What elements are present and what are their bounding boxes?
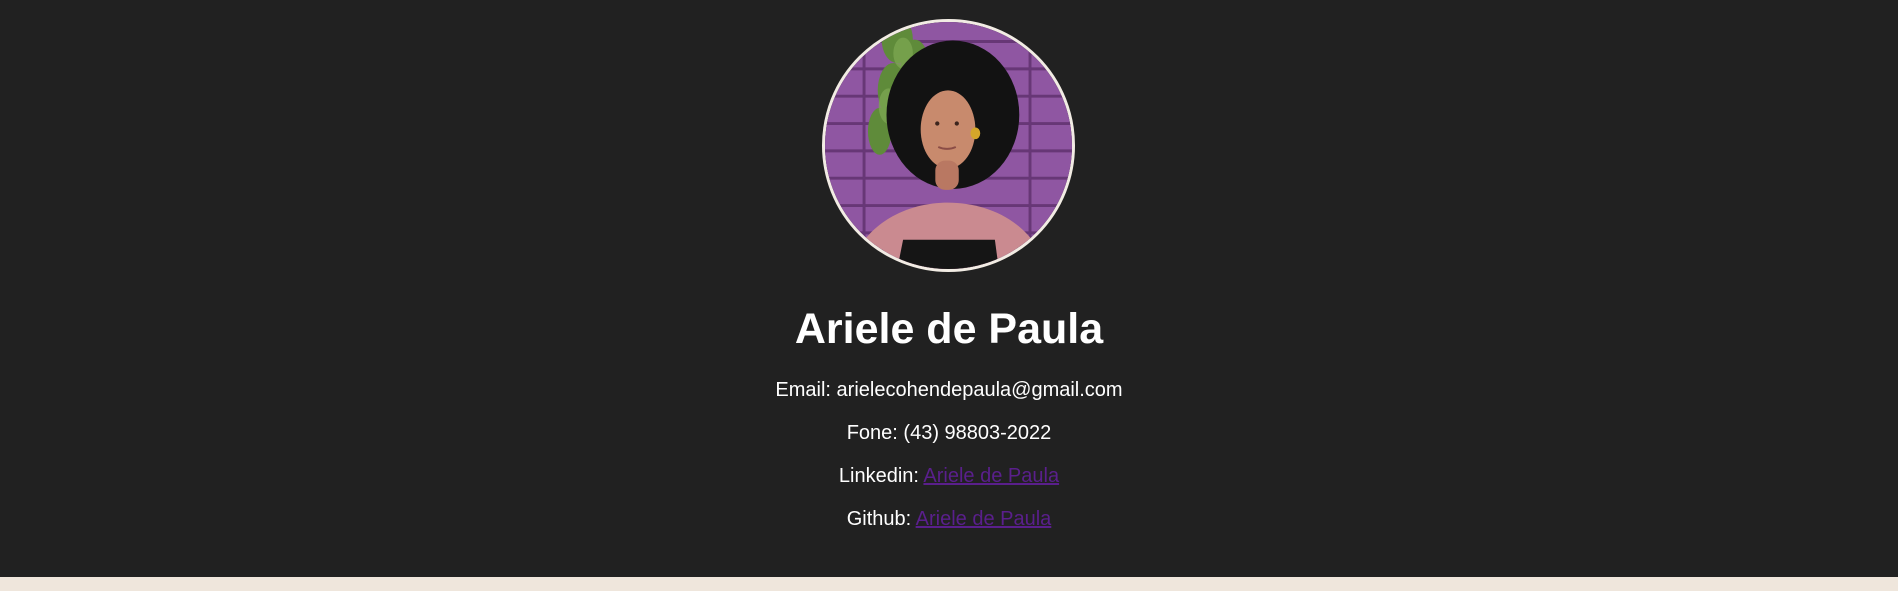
github-label: Github: bbox=[846, 508, 912, 530]
email-line: Email: arielecohendepaula@gmail.com bbox=[0, 378, 1898, 402]
phone-line: Fone: (43) 98803-2022 bbox=[0, 421, 1898, 445]
linkedin-link[interactable]: Ariele de Paula bbox=[923, 465, 1059, 487]
linkedin-line: Linkedin: Ariele de Paula bbox=[0, 464, 1898, 488]
profile-header: Ariele de Paula Email: arielecohendepaul… bbox=[0, 0, 1898, 577]
github-line: Github: Ariele de Paula bbox=[0, 507, 1898, 531]
linkedin-label: Linkedin: bbox=[838, 465, 919, 487]
phone-label: Fone: bbox=[846, 422, 898, 444]
email-value: arielecohendepaula@gmail.com bbox=[836, 379, 1123, 401]
profile-avatar bbox=[822, 19, 1075, 272]
phone-value: (43) 98803-2022 bbox=[903, 422, 1052, 444]
github-link[interactable]: Ariele de Paula bbox=[916, 508, 1052, 530]
profile-photo-icon bbox=[825, 22, 1072, 269]
page-bottom-background bbox=[0, 577, 1898, 591]
email-label: Email: bbox=[775, 379, 831, 401]
profile-name: Ariele de Paula bbox=[794, 305, 1104, 353]
